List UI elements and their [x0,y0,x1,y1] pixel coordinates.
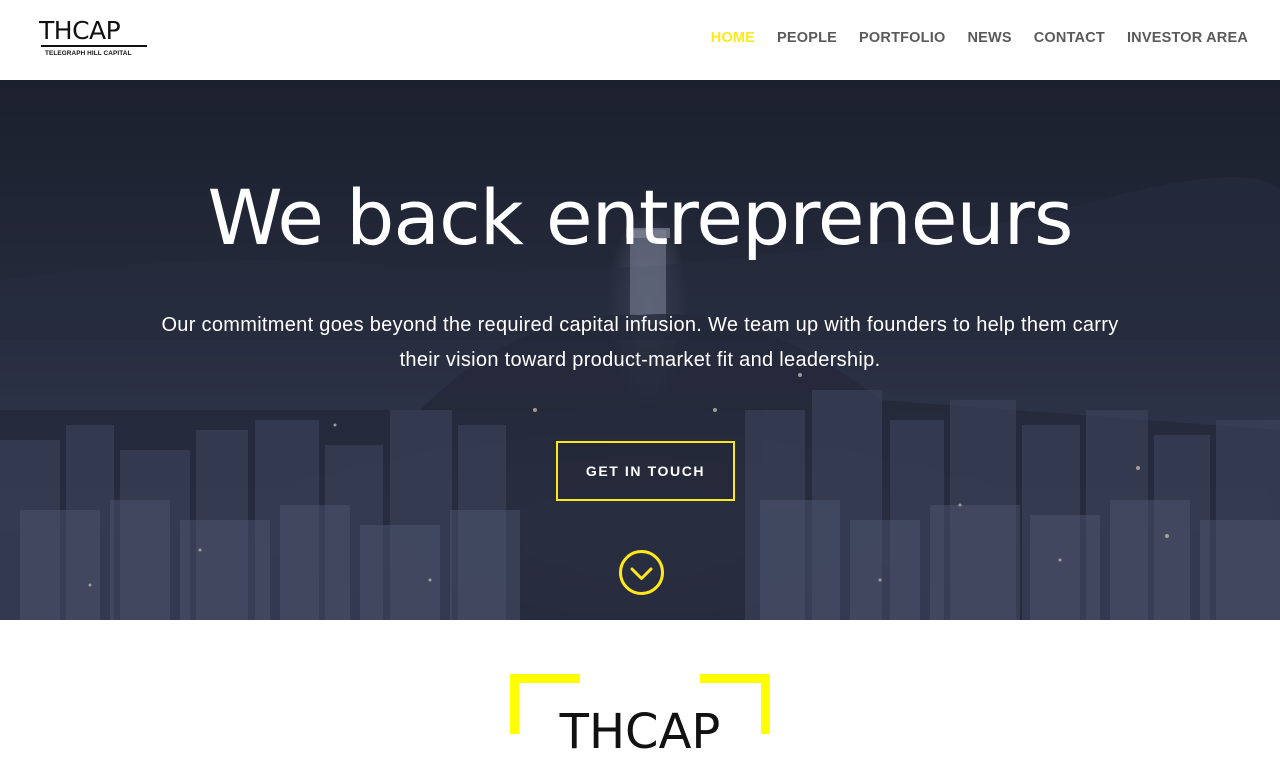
section-logo: THCAP [510,674,770,760]
nav-item-home[interactable]: HOME [711,29,755,47]
brand-logo[interactable]: THCAP TELEGRAPH HILL CAPITAL [39,17,149,59]
get-in-touch-button[interactable]: GET IN TOUCH [556,441,735,501]
nav-item-people[interactable]: PEOPLE [777,29,837,47]
nav-item-investor-area[interactable]: INVESTOR AREA [1127,29,1248,47]
chevron-down-circle-icon[interactable] [618,549,665,596]
nav-item-contact[interactable]: CONTACT [1034,29,1105,47]
site-header: THCAP TELEGRAPH HILL CAPITAL HOME PEOPLE… [0,0,1280,80]
hero-description: Our commitment goes beyond the required … [161,314,1119,371]
nav-item-portfolio[interactable]: PORTFOLIO [859,29,945,47]
main-nav: HOME PEOPLE PORTFOLIO NEWS CONTACT INVES… [689,29,1248,47]
logo-tagline: TELEGRAPH HILL CAPITAL [45,50,132,57]
logo-wordmark: THCAP [39,16,121,45]
nav-item-news[interactable]: NEWS [967,29,1011,47]
section-logo-wordmark: THCAP [559,704,721,760]
hero-section: We back entrepreneurs Our commitment goe… [0,80,1280,620]
logo-underline [41,45,147,47]
hero-title: We back entrepreneurs [207,173,1074,262]
